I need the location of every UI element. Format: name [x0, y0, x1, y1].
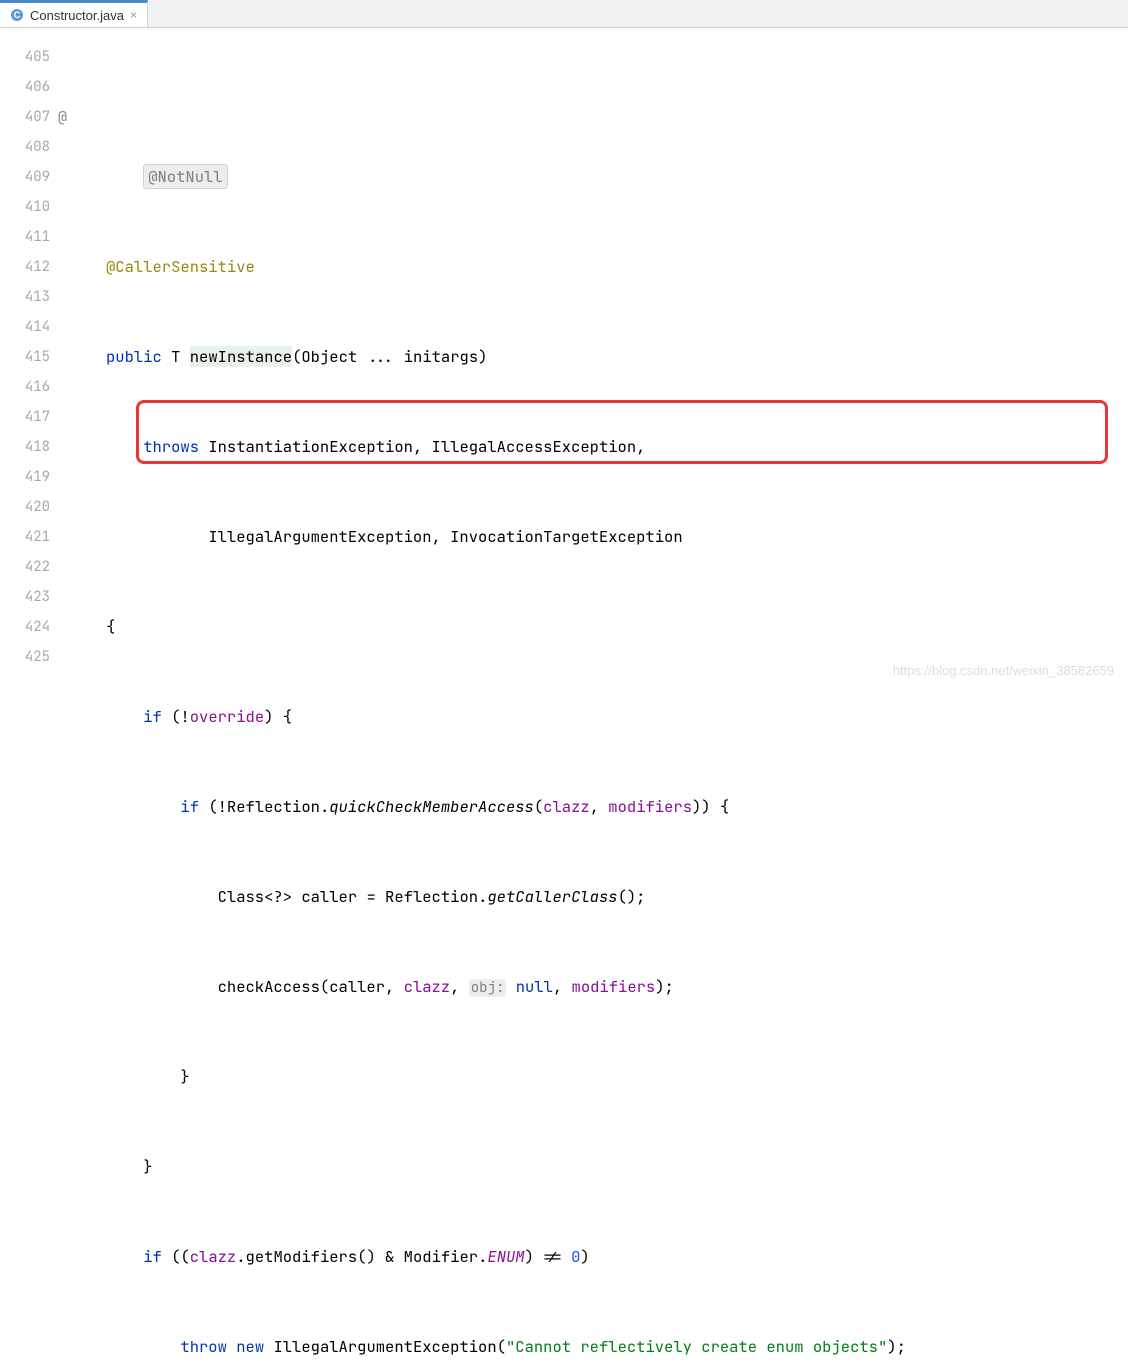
close-icon[interactable]: × — [130, 8, 137, 22]
code-line: { — [106, 612, 1128, 642]
line-number: 422 — [0, 552, 50, 582]
line-number: 409 — [0, 162, 50, 192]
code-line: IllegalArgumentException, InvocationTarg… — [106, 522, 1128, 552]
line-number: 418 — [0, 432, 50, 462]
code-line: if ((clazz.getModifiers() & Modifier.ENU… — [106, 1242, 1128, 1272]
line-number: 420 — [0, 492, 50, 522]
line-number: 411 — [0, 222, 50, 252]
line-number: 406 — [0, 72, 50, 102]
annotation-gutter: @ — [58, 28, 106, 686]
code-area[interactable]: @NotNull @CallerSensitive public T newIn… — [106, 28, 1128, 686]
code-line: public T newInstance(Object ... initargs… — [106, 342, 1128, 372]
editor[interactable]: 405 406 407 408 409 410 411 412 413 414 … — [0, 28, 1128, 686]
line-number: 412 — [0, 252, 50, 282]
code-line: if (!override) { — [106, 702, 1128, 732]
code-line: @CallerSensitive — [106, 252, 1128, 282]
line-number: 417 — [0, 402, 50, 432]
line-number: 423 — [0, 582, 50, 612]
line-number: 405 — [0, 42, 50, 72]
line-number-gutter: 405 406 407 408 409 410 411 412 413 414 … — [0, 28, 58, 686]
svg-text:C: C — [14, 10, 21, 20]
watermark: https://blog.csdn.net/weixin_38582659 — [893, 663, 1114, 678]
code-line: throws InstantiationException, IllegalAc… — [106, 432, 1128, 462]
code-line: Class<?> caller = Reflection.getCallerCl… — [106, 882, 1128, 912]
line-number: 416 — [0, 372, 50, 402]
code-line: if (!Reflection.quickCheckMemberAccess(c… — [106, 792, 1128, 822]
line-number: 414 — [0, 312, 50, 342]
code-line: } — [106, 1152, 1128, 1182]
line-number: 413 — [0, 282, 50, 312]
line-number: 424 — [0, 612, 50, 642]
line-number: 407 — [0, 102, 50, 132]
code-line: throw new IllegalArgumentException("Cann… — [106, 1332, 1128, 1362]
file-tab[interactable]: C Constructor.java × — [0, 0, 148, 27]
line-number: 408 — [0, 132, 50, 162]
class-icon: C — [10, 8, 24, 22]
line-number: 419 — [0, 462, 50, 492]
code-line: @NotNull — [106, 162, 1128, 192]
line-number: 421 — [0, 522, 50, 552]
tab-filename: Constructor.java — [30, 8, 124, 23]
line-number: 415 — [0, 342, 50, 372]
code-line: } — [106, 1062, 1128, 1092]
line-number: 410 — [0, 192, 50, 222]
override-icon[interactable]: @ — [58, 102, 67, 132]
code-line: checkAccess(caller, clazz, obj: null, mo… — [106, 972, 1128, 1002]
tab-bar: C Constructor.java × — [0, 0, 1128, 28]
line-number: 425 — [0, 642, 50, 672]
